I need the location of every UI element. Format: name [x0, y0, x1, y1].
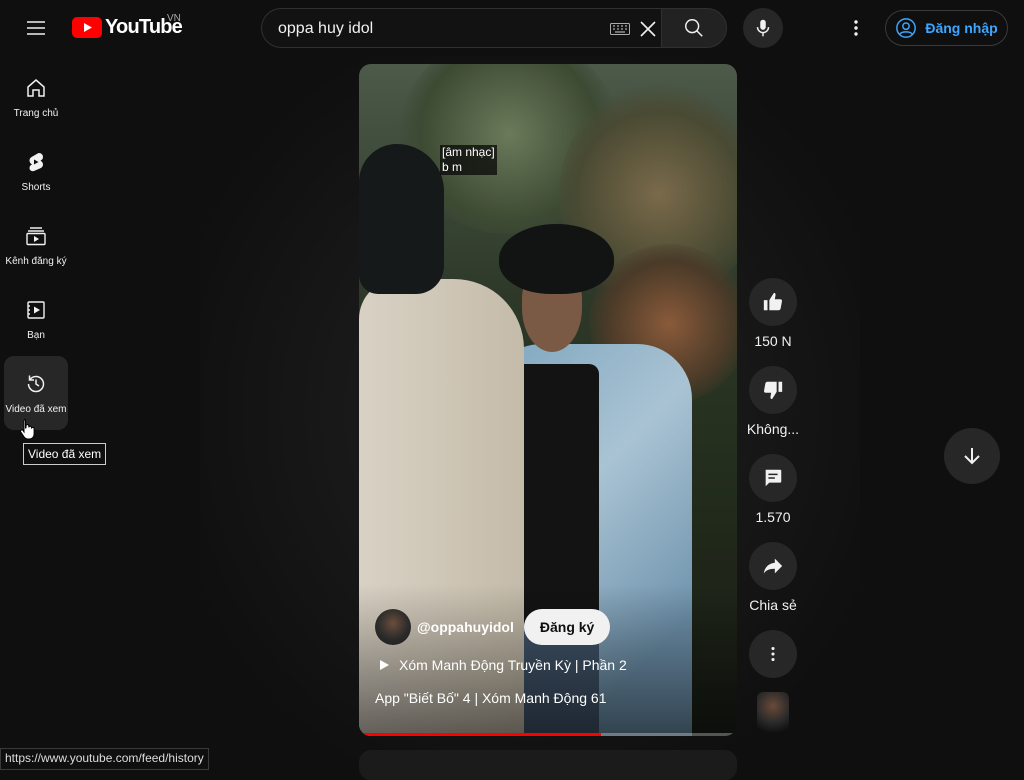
- person-right-hair: [499, 224, 614, 294]
- share-label: Chia sẻ: [749, 597, 797, 613]
- sign-in-label: Đăng nhập: [925, 20, 998, 36]
- like-action: 150 N: [749, 278, 797, 349]
- more-vertical-icon: [771, 646, 775, 662]
- search-icon: [685, 19, 703, 37]
- subscriptions-icon: [26, 227, 46, 246]
- keyboard-icon[interactable]: [610, 23, 630, 35]
- caption-line: [âm nhạc]: [442, 145, 495, 159]
- masthead: YouTube VN oppa huy idol Đăng nhập: [0, 0, 1024, 56]
- person-left-head: [359, 144, 444, 294]
- like-button[interactable]: [749, 278, 797, 326]
- dislike-label: Không...: [746, 421, 800, 437]
- dislike-action: Không...: [746, 366, 800, 437]
- sidebar-item-label: Kênh đăng ký: [5, 256, 67, 267]
- sidebar-item-shorts[interactable]: Shorts: [4, 134, 68, 208]
- country-code: VN: [167, 13, 181, 24]
- sidebar-item-label: Trang chủ: [13, 108, 59, 119]
- comments-button[interactable]: [749, 454, 797, 502]
- caption-line: b m: [442, 160, 463, 174]
- sound-channel-avatar[interactable]: [757, 692, 789, 732]
- channel-avatar[interactable]: [375, 609, 411, 645]
- sidebar-item-label: Video đã xem: [5, 404, 67, 415]
- next-short-preview: [359, 750, 737, 780]
- link-status-bar: https://www.youtube.com/feed/history: [0, 748, 209, 770]
- you-icon: [27, 301, 45, 319]
- short-video-player[interactable]: [âm nhạc] b m @oppahuyidol Đăng ký Xóm M…: [359, 64, 737, 736]
- guide-menu-button[interactable]: [16, 8, 56, 48]
- arrow-down-icon: [964, 448, 980, 465]
- subscribe-button[interactable]: Đăng ký: [523, 609, 611, 645]
- settings-more-button[interactable]: [836, 8, 876, 48]
- like-count: 150 N: [754, 333, 792, 349]
- progress-bar[interactable]: [359, 733, 737, 736]
- youtube-play-logo-icon: [72, 17, 102, 38]
- home-icon: [27, 79, 45, 97]
- youtube-logo[interactable]: YouTube: [72, 16, 183, 39]
- shorts-icon: [29, 153, 43, 172]
- sidebar-item-label: Bạn: [27, 330, 45, 341]
- history-tooltip: Video đã xem: [23, 443, 107, 465]
- more-action: [749, 630, 797, 678]
- hamburger-menu-icon: [27, 21, 45, 35]
- history-icon: [27, 375, 45, 393]
- sidebar-item-home[interactable]: Trang chủ: [4, 60, 68, 134]
- comment-count: 1.570: [755, 509, 791, 525]
- progress-fill: [359, 733, 601, 736]
- next-video-button[interactable]: [944, 428, 1000, 484]
- sidebar-item-label: Shorts: [21, 182, 51, 193]
- sidebar-item-subscriptions[interactable]: Kênh đăng ký: [4, 208, 68, 282]
- search-input[interactable]: oppa huy idol: [278, 20, 373, 38]
- more-vertical-icon: [854, 20, 858, 36]
- hand-cursor-icon: [20, 419, 35, 440]
- comment-icon: [765, 469, 782, 487]
- closed-caption: [âm nhạc] b m: [440, 145, 497, 175]
- share-button[interactable]: [749, 542, 797, 590]
- search-button[interactable]: [661, 8, 727, 48]
- share-action: Chia sẻ: [749, 542, 797, 613]
- search-box[interactable]: oppa huy idol: [261, 8, 661, 48]
- playlist-title: Xóm Manh Động Truyền Kỳ | Phần 2: [399, 657, 627, 673]
- video-title[interactable]: App "Biết Bố" 4 | Xóm Manh Động 61: [375, 690, 607, 706]
- channel-row: @oppahuyidol Đăng ký: [375, 609, 611, 645]
- more-actions-button[interactable]: [749, 630, 797, 678]
- play-icon: [380, 660, 389, 670]
- channel-name-link[interactable]: @oppahuyidol: [417, 619, 514, 635]
- playlist-link[interactable]: Xóm Manh Động Truyền Kỳ | Phần 2: [377, 657, 627, 673]
- account-circle-icon: [896, 18, 917, 38]
- clear-search-icon[interactable]: [636, 17, 660, 41]
- dislike-button[interactable]: [749, 366, 797, 414]
- comment-action: 1.570: [749, 454, 797, 525]
- microphone-icon: [756, 19, 770, 37]
- sign-in-button[interactable]: Đăng nhập: [885, 10, 1008, 46]
- sidebar-item-you[interactable]: Bạn: [4, 282, 68, 356]
- voice-search-button[interactable]: [743, 8, 783, 48]
- share-icon: [763, 558, 783, 574]
- thumbs-down-icon: [763, 381, 783, 400]
- thumbs-up-icon: [763, 292, 783, 311]
